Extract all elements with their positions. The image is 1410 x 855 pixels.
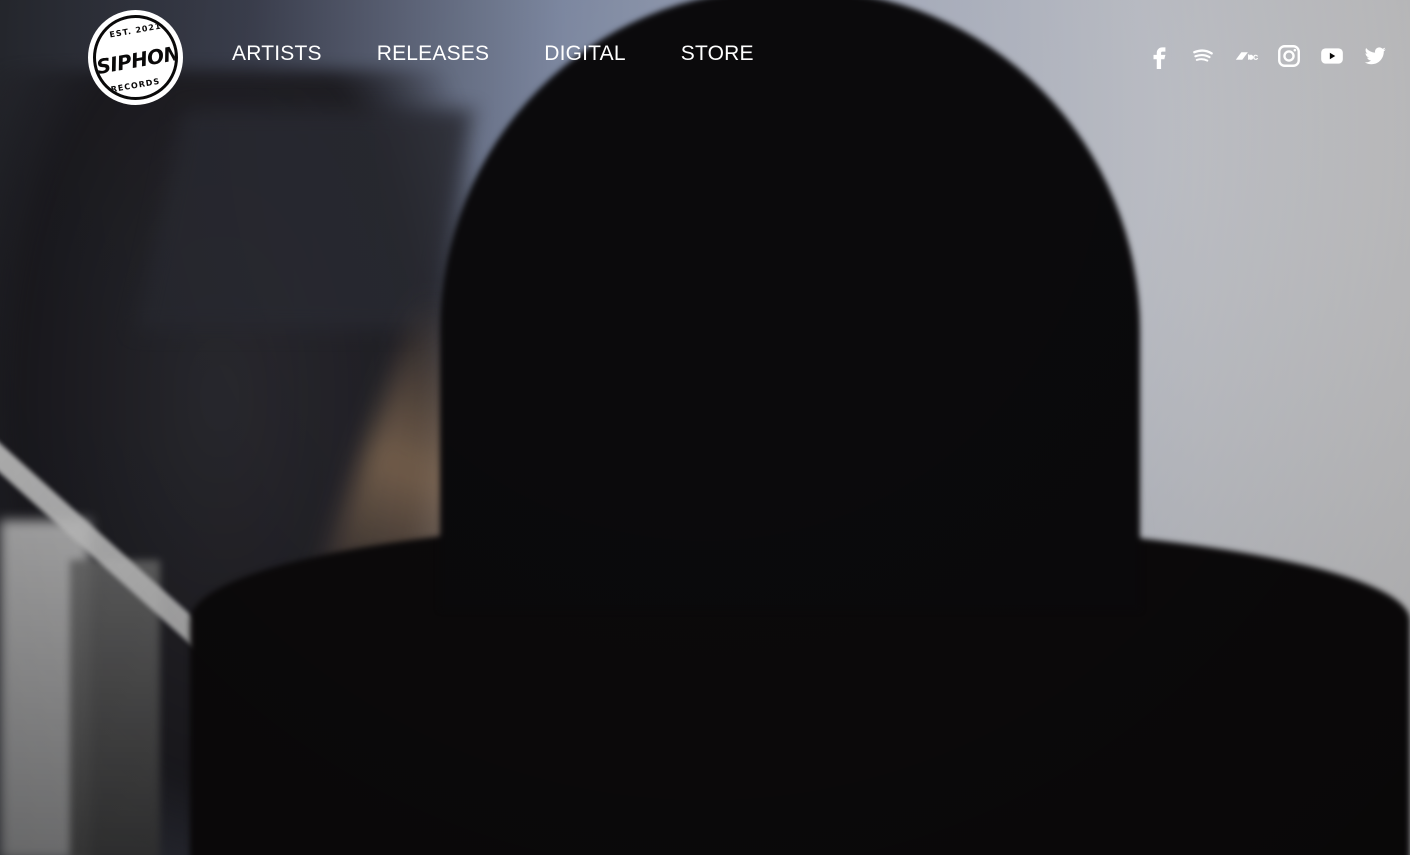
hero-background	[0, 0, 1410, 855]
social-links	[1147, 43, 1388, 69]
nav-releases[interactable]: RELEASES	[377, 42, 490, 66]
logo-main-text: SIPHON	[94, 40, 178, 80]
nav-digital[interactable]: DIGITAL	[544, 42, 626, 66]
nav-artists[interactable]: ARTISTS	[232, 42, 322, 66]
logo-badge: EST. 2021 SIPHON RECORDS	[93, 15, 178, 100]
spotify-icon[interactable]	[1190, 43, 1216, 69]
siphon-records-logo[interactable]: EST. 2021 SIPHON RECORDS	[88, 10, 183, 105]
twitter-icon[interactable]	[1362, 43, 1388, 69]
site-header: EST. 2021 SIPHON RECORDS ARTISTS RELEASE…	[0, 0, 1410, 115]
logo-top-text: EST. 2021	[108, 21, 163, 40]
youtube-icon[interactable]	[1319, 43, 1345, 69]
main-nav: ARTISTS RELEASES DIGITAL STORE	[232, 42, 754, 66]
instagram-icon[interactable]	[1276, 43, 1302, 69]
nav-store[interactable]: STORE	[681, 42, 754, 66]
logo-bottom-text: RECORDS	[110, 76, 161, 95]
facebook-icon[interactable]	[1147, 43, 1173, 69]
bandcamp-icon[interactable]	[1233, 43, 1259, 69]
